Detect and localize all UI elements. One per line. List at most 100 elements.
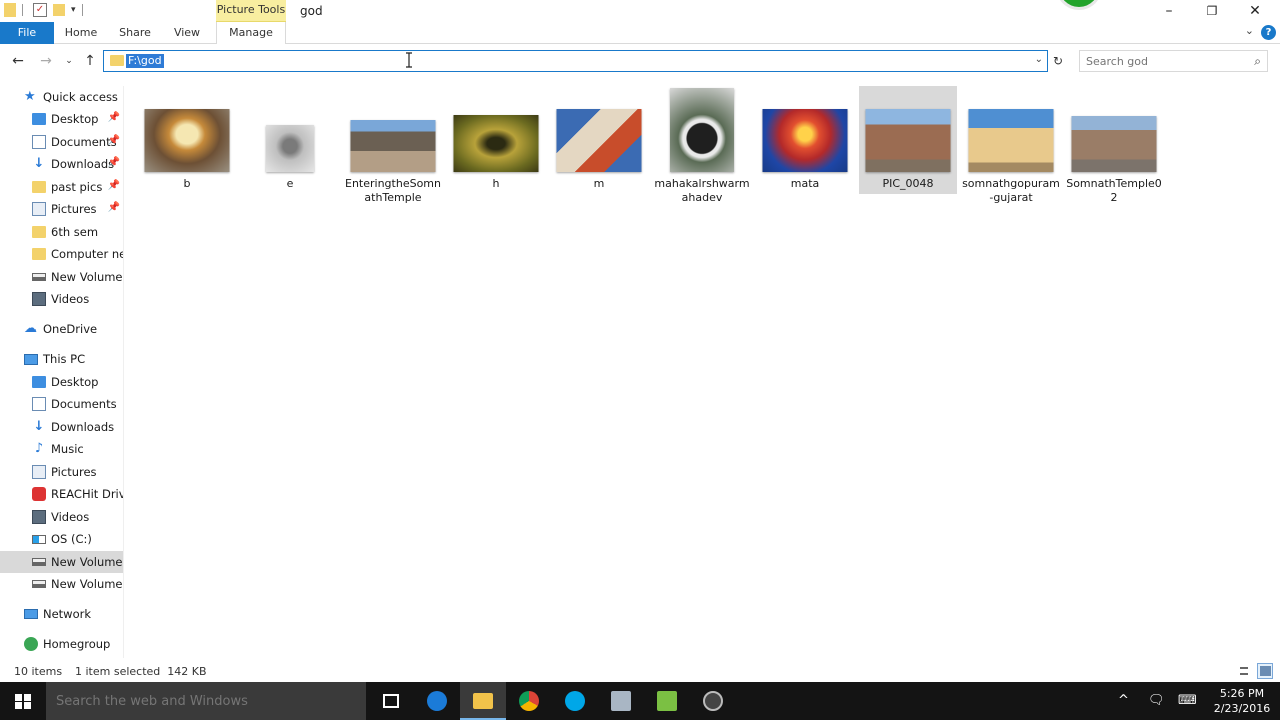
file-item-selected[interactable]: PIC_0048 [859,86,957,194]
nav-network[interactable]: Network [0,603,123,625]
file-item[interactable]: m [550,86,648,194]
nav-label: Desktop [51,112,99,126]
refresh-icon[interactable]: ↻ [1050,53,1066,69]
properties-icon[interactable]: ✓ [33,3,47,17]
taskbar-file-explorer[interactable] [460,682,506,720]
tab-home[interactable]: Home [60,22,102,44]
up-arrow-icon[interactable]: ↑ [81,52,99,70]
customize-toolbar-icon[interactable]: ▾ [71,5,76,15]
task-view-icon [383,694,399,708]
tab-manage[interactable]: Manage [216,22,286,44]
taskbar-notepad[interactable] [644,682,690,720]
back-arrow-icon[interactable]: ← [9,52,27,70]
expand-ribbon-chevron-icon[interactable]: ⌄ [1245,24,1254,37]
cloud-icon: ☁ [24,321,37,336]
tab-view[interactable]: View [166,22,208,44]
pin-icon: 📌 [107,112,120,123]
nav-quick-new-volume[interactable]: New Volume (F [0,266,123,288]
file-item[interactable]: somnathgopuram-gujarat [962,86,1060,204]
nav-pc-desktop[interactable]: Desktop [0,371,123,393]
large-icons-view-button[interactable] [1257,663,1273,679]
details-view-button[interactable] [1236,663,1252,679]
address-dropdown-chevron-icon[interactable]: ⌄ [1035,54,1043,65]
window-title: god [300,4,323,18]
tab-share[interactable]: Share [114,22,156,44]
nav-pc-reachit-drive[interactable]: REACHit Drive [0,483,123,505]
minimize-button[interactable]: – [1160,2,1178,20]
nav-onedrive[interactable]: ☁ OneDrive [0,318,123,340]
help-icon[interactable]: ? [1261,25,1276,40]
taskbar-skype[interactable] [552,682,598,720]
skype-icon [565,691,585,711]
drive-icon [32,273,46,281]
address-bar[interactable]: F:\god ⌄ [103,50,1048,72]
file-name: mata [790,177,820,190]
file-item[interactable]: h [447,86,545,194]
downloads-icon: ↓ [33,156,45,171]
nav-label: Downloads [51,420,115,434]
show-hidden-icons-chevron-icon[interactable]: ^ [1118,693,1129,708]
nav-pc-videos[interactable]: Videos [0,506,123,528]
file-name: PIC_0048 [882,177,934,190]
nav-pc-pictures[interactable]: Pictures [0,461,123,483]
taskbar-search-input[interactable] [56,693,346,709]
nav-pc-new-volume-f[interactable]: New Volume ( [0,573,123,595]
system-tray: ^ 🗨 ⌨ [1110,682,1210,720]
recent-locations-chevron-icon[interactable]: ⌄ [60,52,78,70]
task-view-button[interactable] [368,682,414,720]
desktop-icon [32,376,46,388]
close-button[interactable]: ✕ [1246,2,1264,20]
taskbar-clock[interactable]: 5:26 PM 2/23/2016 [1212,686,1272,716]
restore-button[interactable]: ❐ [1203,2,1221,20]
taskbar-search-box[interactable] [46,682,366,720]
nav-pc-music[interactable]: ♪ Music [0,438,123,460]
taskbar-network-app[interactable] [598,682,644,720]
nav-quick-pictures[interactable]: Pictures 📌 [0,198,123,220]
nav-quick-past-pics[interactable]: past pics 📌 [0,176,123,198]
nav-quick-6th-sem[interactable]: 6th sem [0,221,123,243]
folder-icon [4,3,16,17]
pin-icon: 📌 [107,180,120,191]
image-thumbnail [762,109,848,172]
file-item[interactable]: EnteringtheSomnathTemple [344,86,442,204]
new-folder-icon[interactable] [53,4,65,16]
file-item[interactable]: mahakalrshwarmahadev [653,86,751,204]
nav-pc-documents[interactable]: Documents [0,393,123,415]
tab-file[interactable]: File [0,22,54,44]
taskbar-edge[interactable] [414,682,460,720]
forward-arrow-icon[interactable]: → [37,52,55,70]
taskbar-chrome[interactable] [506,682,552,720]
documents-icon [32,135,46,149]
nav-pc-downloads[interactable]: ↓ Downloads [0,416,123,438]
nav-quick-desktop[interactable]: Desktop 📌 [0,108,123,130]
file-name: b [183,177,191,190]
nav-pc-new-volume-e[interactable]: New Volume (E [0,551,123,573]
selection-info: 1 item selected 142 KB [75,665,207,678]
notification-icon[interactable]: 🗨 [1148,693,1165,708]
nav-quick-access[interactable]: ★ Quick access [0,86,123,108]
file-item[interactable]: e [241,86,339,194]
nav-quick-documents[interactable]: Documents 📌 [0,131,123,153]
file-item[interactable]: b [138,86,236,194]
start-button[interactable] [0,682,46,720]
nav-this-pc[interactable]: This PC [0,348,123,370]
taskbar-tool[interactable] [690,682,736,720]
text-cursor-icon [406,52,412,68]
pin-icon: 📌 [107,202,120,213]
file-item[interactable]: SomnathTemple02 [1065,86,1163,204]
nav-quick-computer-netw[interactable]: Computer netw [0,243,123,265]
nav-pc-os-c[interactable]: OS (C:) [0,528,123,550]
nav-label: Pictures [51,465,97,479]
file-item[interactable]: mata [756,86,854,194]
nav-label: New Volume (E [51,555,123,569]
file-list[interactable]: b e EnteringtheSomnathTemple h m mahakal… [125,86,1280,658]
nav-quick-downloads[interactable]: ↓ Downloads 📌 [0,153,123,175]
nav-quick-videos[interactable]: Videos [0,288,123,310]
nav-label: Videos [51,292,90,306]
nav-homegroup[interactable]: Homegroup [0,633,123,655]
keyboard-icon[interactable]: ⌨ [1178,693,1197,708]
file-name: m [593,177,605,190]
address-path[interactable]: F:\god [126,54,164,68]
search-input[interactable] [1086,54,1236,68]
search-box[interactable]: ⌕ [1079,50,1268,72]
